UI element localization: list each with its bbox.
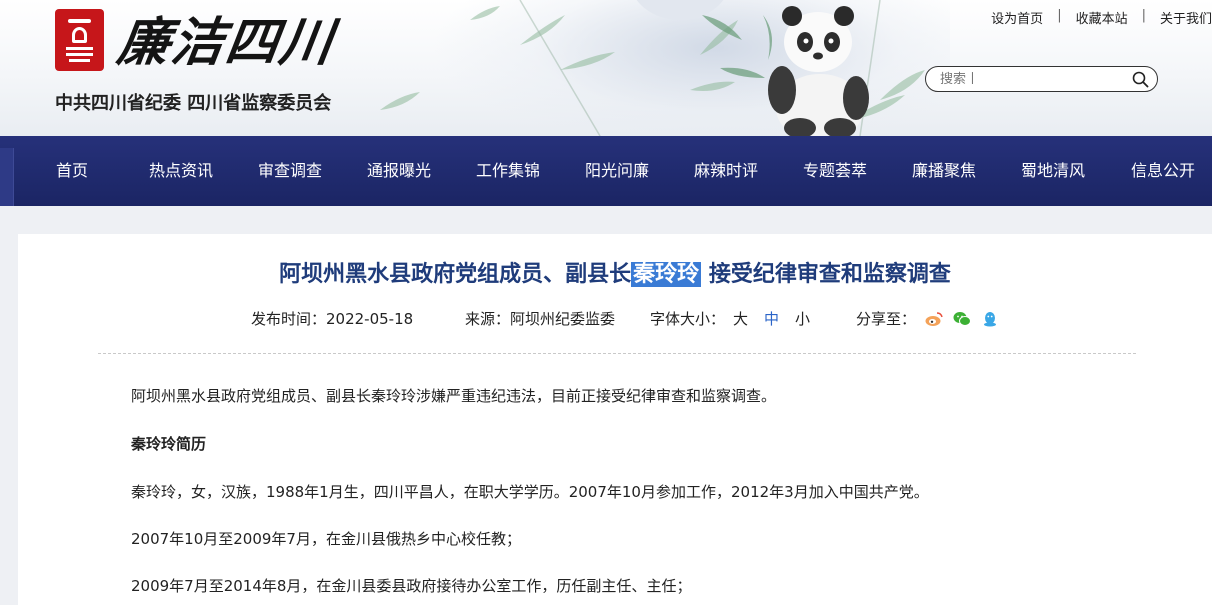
- set-homepage-link[interactable]: 设为首页: [991, 8, 1043, 27]
- nav-item-broadcast[interactable]: 廉播聚焦: [912, 136, 976, 206]
- font-size-label: 字体大小：: [650, 310, 726, 328]
- search-box: [925, 66, 1158, 92]
- search-icon[interactable]: [1132, 71, 1149, 88]
- main-nav: 首页 热点资讯 审查调查 通报曝光 工作集锦 阳光问廉 麻辣时评 专题荟萃 廉播…: [0, 136, 1212, 206]
- site-header: 廉洁四川 中共四川省纪委 四川省监察委员会 设为首页 | 收藏本站 | 关于我们: [0, 0, 1212, 136]
- panda-illustration: [768, 6, 869, 136]
- article-panel: 阿坝州黑水县政府党组成员、副县长秦玲玲 接受纪律审查和监察调查 发布时间：202…: [18, 234, 1212, 605]
- publish-date: 发布时间：2022-05-18: [251, 310, 414, 328]
- about-us-link[interactable]: 关于我们: [1160, 8, 1212, 27]
- font-size-small[interactable]: 小: [795, 310, 810, 328]
- share-label: 分享至：: [856, 310, 917, 328]
- weibo-icon[interactable]: [925, 311, 943, 327]
- qq-icon[interactable]: [981, 311, 999, 327]
- article-source: 来源：阿坝州纪委监委: [465, 310, 616, 328]
- separator: |: [1057, 8, 1062, 23]
- nav-item-commentary[interactable]: 麻辣时评: [694, 136, 758, 206]
- bookmark-link[interactable]: 收藏本站: [1076, 8, 1128, 27]
- nav-item-work-highlights[interactable]: 工作集锦: [476, 136, 540, 206]
- title-text: 阿坝州黑水县政府党组成员、副县长: [279, 262, 632, 287]
- title-highlight: 秦玲玲: [631, 262, 702, 287]
- site-logo-calligraphy[interactable]: 廉洁四川: [113, 4, 354, 82]
- nav-item-special-topics[interactable]: 专题荟萃: [803, 136, 867, 206]
- top-links: 设为首页 | 收藏本站 | 关于我们: [942, 8, 1212, 27]
- nav-item-shu-breeze[interactable]: 蜀地清风: [1021, 136, 1085, 206]
- nav-item-sunshine-qa[interactable]: 阳光问廉: [585, 136, 649, 206]
- font-size-medium[interactable]: 中: [764, 310, 779, 328]
- article-paragraph: 秦玲玲，女，汉族，1988年1月生，四川平昌人，在职大学学历。2007年10月参…: [131, 483, 929, 501]
- nav-item-investigation[interactable]: 审查调查: [258, 136, 322, 206]
- font-size-large[interactable]: 大: [733, 310, 748, 328]
- nav-item-info-disclosure[interactable]: 信息公开: [1131, 136, 1195, 206]
- nav-item-hot-news[interactable]: 热点资讯: [149, 136, 213, 206]
- article-paragraph: 阿坝州黑水县政府党组成员、副县长秦玲玲涉嫌严重违纪违法，目前正接受纪律审查和监察…: [131, 387, 777, 405]
- nav-item-exposure[interactable]: 通报曝光: [367, 136, 431, 206]
- wechat-icon[interactable]: [953, 311, 971, 327]
- resume-heading: 秦玲玲简历: [131, 435, 207, 453]
- font-size-control: 字体大小： 大中小: [650, 308, 818, 329]
- org-name: 中共四川省纪委 四川省监察委员会: [55, 93, 332, 114]
- separator: |: [1141, 8, 1146, 23]
- article-paragraph: 2009年7月至2014年8月，在金川县委县政府接待办公室工作，历任副主任、主任…: [131, 577, 692, 595]
- article-title: 阿坝州黑水县政府党组成员、副县长秦玲玲 接受纪律审查和监察调查: [18, 256, 1212, 288]
- nav-item-home[interactable]: 首页: [56, 136, 88, 206]
- seal-logo: [55, 9, 104, 71]
- search-input[interactable]: [940, 70, 1130, 88]
- title-text-end: 接受纪律审查和监察调查: [701, 262, 951, 287]
- divider: [98, 353, 1136, 354]
- article-paragraph: 2007年10月至2009年7月，在金川县俄热乡中心校任教；: [131, 530, 521, 548]
